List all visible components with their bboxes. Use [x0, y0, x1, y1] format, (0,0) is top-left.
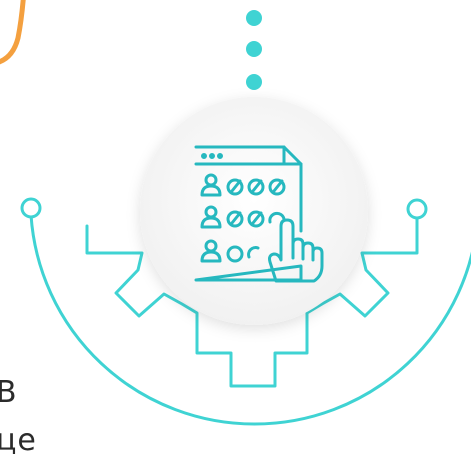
dot-bottom — [246, 74, 262, 90]
edge-text-line-2: це — [0, 423, 37, 458]
edge-text-line-1: B — [0, 375, 18, 410]
dot-middle — [246, 41, 262, 57]
right-connector-line — [395, 216, 419, 255]
right-connector-node — [406, 198, 428, 220]
toolbar-dot-2 — [209, 153, 215, 159]
dot-top — [246, 10, 262, 26]
toolbar-dot-3 — [217, 153, 223, 159]
dots-icon — [246, 10, 262, 90]
left-connector-line — [85, 224, 116, 255]
left-connector-node — [20, 197, 42, 219]
diagram-canvas — [0, 0, 471, 426]
toolbar-dot-1 — [201, 153, 207, 159]
orange-arc — [0, 0, 26, 65]
